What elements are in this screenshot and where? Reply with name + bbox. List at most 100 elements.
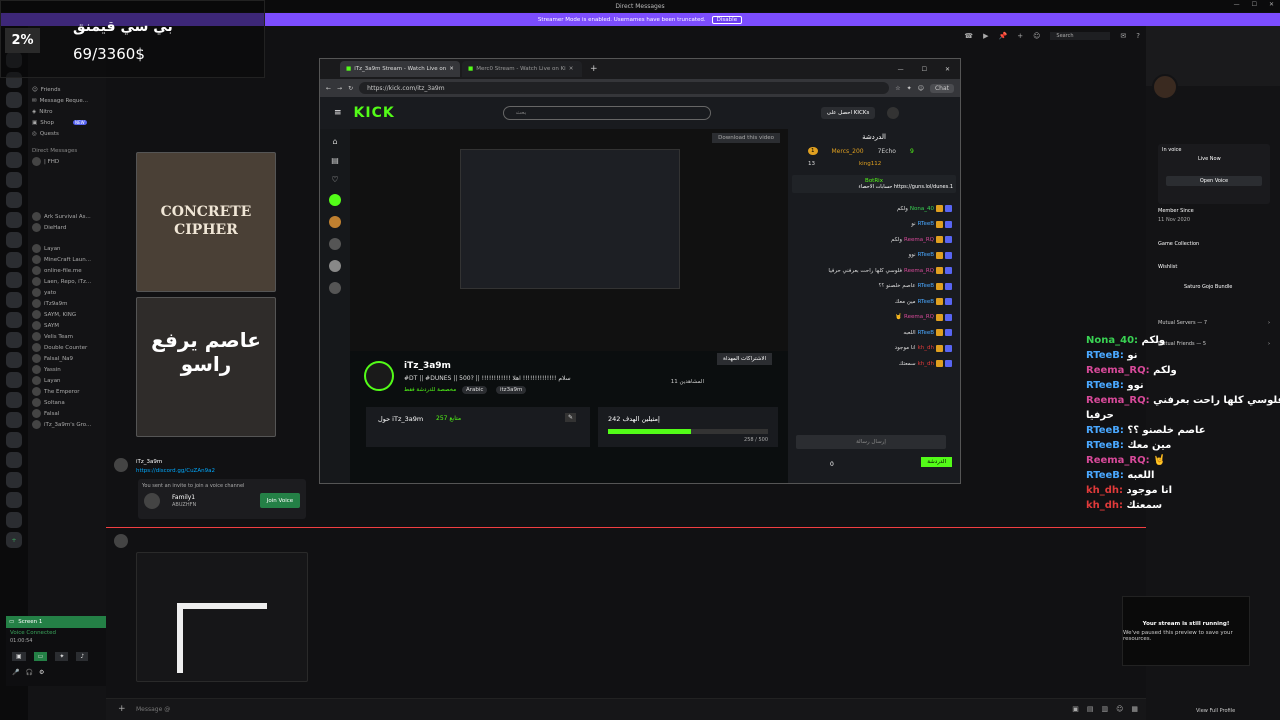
mutual-servers[interactable]: Mutual Servers — 7 › [1158, 320, 1270, 326]
browse-icon[interactable]: ▤ [331, 156, 339, 165]
list-item[interactable]: | FHD [28, 156, 106, 167]
channel-avatar[interactable] [329, 238, 341, 250]
inbox-icon[interactable]: ✉ [1120, 32, 1126, 40]
list-item[interactable]: SAYM, KING [28, 309, 106, 320]
close-icon[interactable]: ✕ [569, 66, 574, 72]
dm-nav-shop[interactable]: ▣ Shop NEW [28, 117, 106, 128]
settings-icon[interactable]: ⚙ [39, 669, 44, 676]
dm-nav-requests[interactable]: ✉ Message Reque... [28, 95, 106, 106]
share-screen-icon[interactable]: ▭ [33, 652, 48, 661]
list-item[interactable]: Layan [28, 375, 106, 386]
message-input[interactable]: Message @ [136, 706, 170, 713]
embed-card[interactable] [136, 552, 308, 682]
dm-nav-nitro[interactable]: ◈ Nitro [28, 106, 106, 117]
server-icon[interactable] [6, 292, 22, 308]
mic-icon[interactable]: 🎤 [12, 669, 19, 676]
server-icon[interactable] [6, 192, 22, 208]
reload-icon[interactable]: ↻ [348, 85, 353, 92]
extensions-icon[interactable]: ✦ [907, 85, 912, 92]
server-icon[interactable] [6, 492, 22, 508]
list-item[interactable]: MineCraft Laun... [28, 254, 106, 265]
hamburger-icon[interactable]: ≡ [334, 108, 342, 118]
message-author[interactable]: iTz_3a9m [136, 459, 162, 465]
image-card[interactable]: عاصم يرفع راسو [136, 297, 276, 437]
new-tab-icon[interactable]: + [590, 64, 598, 74]
add-attachment-icon[interactable]: + [118, 704, 126, 714]
dm-nav-friends[interactable]: ☺ Friends [28, 84, 106, 95]
emoji-icon[interactable]: ☺ [1116, 705, 1123, 713]
search-input[interactable]: Search [1050, 32, 1111, 40]
home-icon[interactable]: ⌂ [332, 137, 337, 146]
user-avatar[interactable] [887, 107, 900, 119]
server-icon[interactable] [6, 392, 22, 408]
headphone-icon[interactable]: 🎧 [25, 669, 32, 676]
close-icon[interactable]: ✕ [945, 66, 950, 73]
profile-toggle-icon[interactable]: ☺ [1033, 32, 1040, 40]
server-icon[interactable] [6, 152, 22, 168]
video-icon[interactable]: ▶ [983, 32, 988, 40]
list-item[interactable]: Yassin [28, 364, 106, 375]
server-icon[interactable] [6, 432, 22, 448]
open-voice-button[interactable]: Open Voice [1166, 176, 1262, 186]
back-icon[interactable]: ← [326, 85, 331, 92]
apps-icon[interactable]: ▦ [1131, 705, 1138, 713]
server-icon[interactable] [6, 252, 22, 268]
disable-streamer-button[interactable]: Disable [711, 15, 743, 24]
list-item[interactable]: The Emperor [28, 386, 106, 397]
camera-icon[interactable]: ▣ [12, 652, 26, 661]
channel-avatar[interactable] [329, 216, 341, 228]
server-icon[interactable] [6, 92, 22, 108]
channel-avatar[interactable] [329, 260, 341, 272]
tag-arabic[interactable]: Arabic [462, 386, 488, 394]
list-item[interactable]: yato [28, 287, 106, 298]
subs-button[interactable]: الاشتراكات المهداة [717, 353, 772, 365]
list-item[interactable]: Double Counter [28, 342, 106, 353]
close-icon[interactable]: ✕ [1269, 1, 1274, 8]
forward-icon[interactable]: → [337, 85, 342, 92]
server-icon[interactable] [6, 112, 22, 128]
stream-category[interactable]: مخصصة للدردشة فقط [404, 387, 456, 393]
list-item[interactable]: iTz_3a9m's Gro... [28, 419, 106, 430]
tag-itz[interactable]: itz3a9m [496, 386, 527, 394]
server-icon[interactable] [6, 232, 22, 248]
dm-nav-quests[interactable]: ◎ Quests [28, 128, 106, 139]
list-item[interactable]: iTz9a9m [28, 298, 106, 309]
avatar[interactable] [1152, 74, 1178, 100]
message-link[interactable]: https://discord.gg/CuZAn9a2 [136, 468, 215, 474]
server-icon[interactable] [6, 412, 22, 428]
server-icon[interactable] [6, 172, 22, 188]
server-icon[interactable] [6, 212, 22, 228]
kick-search[interactable]: بحث [502, 106, 711, 120]
activity-icon[interactable]: ✦ [55, 652, 69, 661]
channel-avatar[interactable] [364, 361, 394, 391]
join-voice-button[interactable]: Join Voice [260, 493, 300, 508]
close-icon[interactable]: ✕ [449, 66, 454, 72]
server-icon[interactable] [6, 312, 22, 328]
star-icon[interactable]: ☆ [895, 85, 900, 92]
minimize-icon[interactable]: — [898, 66, 904, 73]
download-button[interactable]: Download this video [712, 133, 780, 143]
server-icon[interactable] [6, 272, 22, 288]
stream-player[interactable]: Download this video [350, 129, 788, 351]
browser-chat-button[interactable]: Chat [929, 83, 954, 93]
minimize-icon[interactable]: — [1234, 1, 1240, 8]
list-item[interactable]: DieHard [28, 222, 106, 233]
call-icon[interactable]: ☎ [964, 32, 973, 40]
server-icon[interactable] [6, 132, 22, 148]
tab-kick-itz[interactable]: ■ iTz_3a9m Stream - Watch Live on ✕ [340, 61, 460, 77]
server-icon[interactable] [6, 352, 22, 368]
server-icon[interactable] [6, 452, 22, 468]
soundboard-icon[interactable]: ♪ [76, 652, 89, 661]
list-item[interactable]: Falsal_Na9 [28, 353, 106, 364]
channel-name[interactable]: iTz_3a9m [404, 361, 451, 371]
wishlist-item[interactable]: Saturo Gojo Bundle [1184, 284, 1244, 290]
maximize-icon[interactable]: ☐ [922, 66, 927, 73]
list-item[interactable]: SAYM [28, 320, 106, 331]
server-icon[interactable] [6, 512, 22, 528]
maximize-icon[interactable]: ☐ [1252, 1, 1257, 8]
get-kicks-button[interactable]: احصل على KICKs [820, 107, 876, 119]
send-box[interactable]: إرسال رسالة [796, 435, 946, 449]
channel-avatar[interactable] [329, 194, 341, 206]
list-item[interactable]: Falsal [28, 408, 106, 419]
gif-icon[interactable]: ▤ [1087, 705, 1094, 713]
